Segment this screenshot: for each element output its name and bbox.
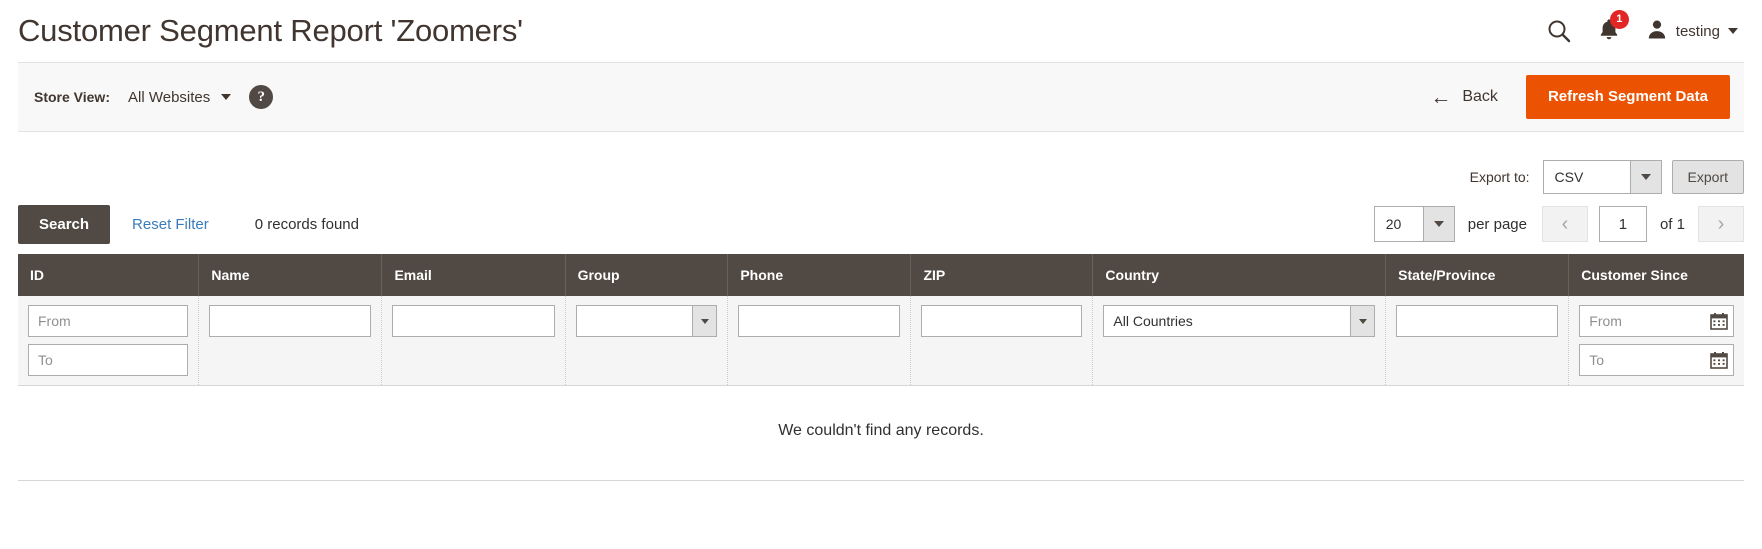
filter-cell-phone — [727, 296, 912, 386]
chevron-down-icon — [692, 306, 717, 336]
header-actions: 1 testing — [1546, 9, 1740, 46]
previous-page-button[interactable]: ‹ — [1541, 206, 1588, 242]
column-header-zip[interactable]: ZIP — [910, 254, 1094, 296]
current-page-input[interactable] — [1598, 206, 1647, 242]
filter-phone-input[interactable] — [738, 305, 901, 337]
column-header-id[interactable]: ID — [18, 254, 200, 296]
filter-cell-state-province — [1385, 296, 1570, 386]
reset-filter-link[interactable]: Reset Filter — [132, 216, 209, 233]
store-view-toolbar: Store View: All Websites ? ← Back Refres… — [18, 62, 1744, 132]
filter-customer-since-from — [1579, 305, 1734, 337]
grid-area: Export to: CSV Export Search Reset Filte… — [0, 158, 1762, 481]
search-controls: Search Reset Filter 0 records found — [18, 204, 359, 244]
column-header-name[interactable]: Name — [198, 254, 383, 296]
column-header-customer-since[interactable]: Customer Since — [1568, 254, 1744, 296]
user-name: testing — [1675, 22, 1720, 40]
column-header-group[interactable]: Group — [565, 254, 729, 296]
pagination-controls: 20 per page ‹ of 1 › — [1373, 206, 1744, 242]
store-view-group: Store View: All Websites ? — [34, 85, 274, 109]
column-header-email[interactable]: Email — [381, 254, 566, 296]
back-button[interactable]: ← Back — [1428, 83, 1500, 112]
arrow-left-icon: ← — [1430, 85, 1452, 109]
per-page-value: 20 — [1385, 216, 1402, 232]
back-button-label: Back — [1462, 88, 1498, 105]
calendar-icon[interactable] — [1710, 312, 1728, 330]
filter-id-to-input[interactable] — [28, 344, 189, 376]
chevron-down-icon — [1350, 306, 1375, 336]
search-button[interactable]: Search — [18, 204, 111, 244]
chevron-down-icon — [1629, 161, 1661, 193]
column-header-country[interactable]: Country — [1092, 254, 1387, 296]
store-view-label: Store View: — [34, 89, 110, 105]
empty-message: We couldn't find any records. — [18, 385, 1744, 481]
filter-state-province-input[interactable] — [1396, 305, 1559, 337]
filter-cell-name — [198, 296, 383, 386]
toolbar-actions: ← Back Refresh Segment Data — [1428, 74, 1730, 120]
grid-empty-row: We couldn't find any records. — [18, 385, 1744, 481]
filter-name-input[interactable] — [209, 305, 372, 337]
store-switcher[interactable]: All Websites — [128, 88, 232, 106]
page-title: Customer Segment Report 'Zoomers' — [18, 13, 523, 48]
grid-filter-row: All Countries — [18, 296, 1744, 386]
per-page-select[interactable]: 20 — [1373, 206, 1455, 242]
filter-zip-input[interactable] — [921, 305, 1083, 337]
filter-id-from-input[interactable] — [28, 305, 189, 337]
filter-country-value: All Countries — [1113, 313, 1193, 329]
export-format-value: CSV — [1554, 169, 1584, 185]
export-to-label: Export to: — [1469, 169, 1530, 185]
customer-segment-grid: ID Name Email Group Phone ZIP Country St… — [18, 254, 1744, 481]
filter-cell-country: All Countries — [1092, 296, 1387, 386]
question-mark-icon[interactable]: ? — [249, 85, 274, 109]
next-page-button[interactable]: › — [1698, 206, 1744, 242]
column-header-phone[interactable]: Phone — [727, 254, 912, 296]
filter-cell-email — [381, 296, 566, 386]
filter-group-value — [577, 306, 693, 336]
filter-country-select[interactable]: All Countries — [1103, 305, 1376, 337]
filter-cell-customer-since — [1568, 296, 1744, 386]
filter-cell-id — [18, 296, 200, 386]
chevron-down-icon — [1422, 207, 1454, 241]
export-button[interactable]: Export — [1671, 160, 1744, 194]
notification-badge: 1 — [1609, 9, 1629, 29]
page-header: Customer Segment Report 'Zoomers' 1 test… — [0, 0, 1762, 62]
user-menu[interactable]: testing — [1646, 18, 1738, 45]
filter-customer-since-to — [1579, 344, 1734, 376]
chevron-down-icon — [1728, 28, 1738, 34]
records-found-label: 0 records found — [254, 215, 359, 233]
user-avatar-icon — [1646, 18, 1668, 45]
notifications-button[interactable]: 1 — [1598, 9, 1629, 46]
filter-group-select[interactable] — [575, 305, 718, 337]
store-switcher-value: All Websites — [128, 88, 211, 106]
total-pages-label: of 1 — [1659, 215, 1685, 233]
search-icon[interactable] — [1546, 18, 1572, 44]
filter-email-input[interactable] — [392, 305, 555, 337]
search-toolbar: Search Reset Filter 0 records found 20 p… — [18, 204, 1744, 244]
grid-header-row: ID Name Email Group Phone ZIP Country St… — [18, 254, 1744, 296]
filter-cell-group — [565, 296, 729, 386]
refresh-segment-data-button[interactable]: Refresh Segment Data — [1525, 74, 1730, 120]
chevron-left-icon: ‹ — [1561, 213, 1569, 235]
export-row: Export to: CSV Export — [18, 158, 1744, 196]
per-page-label: per page — [1467, 215, 1527, 233]
calendar-icon[interactable] — [1710, 351, 1728, 369]
filter-cell-zip — [910, 296, 1094, 386]
column-header-state-province[interactable]: State/Province — [1385, 254, 1570, 296]
chevron-down-icon — [221, 94, 232, 100]
chevron-right-icon: › — [1717, 213, 1725, 235]
export-format-select[interactable]: CSV — [1542, 160, 1662, 194]
